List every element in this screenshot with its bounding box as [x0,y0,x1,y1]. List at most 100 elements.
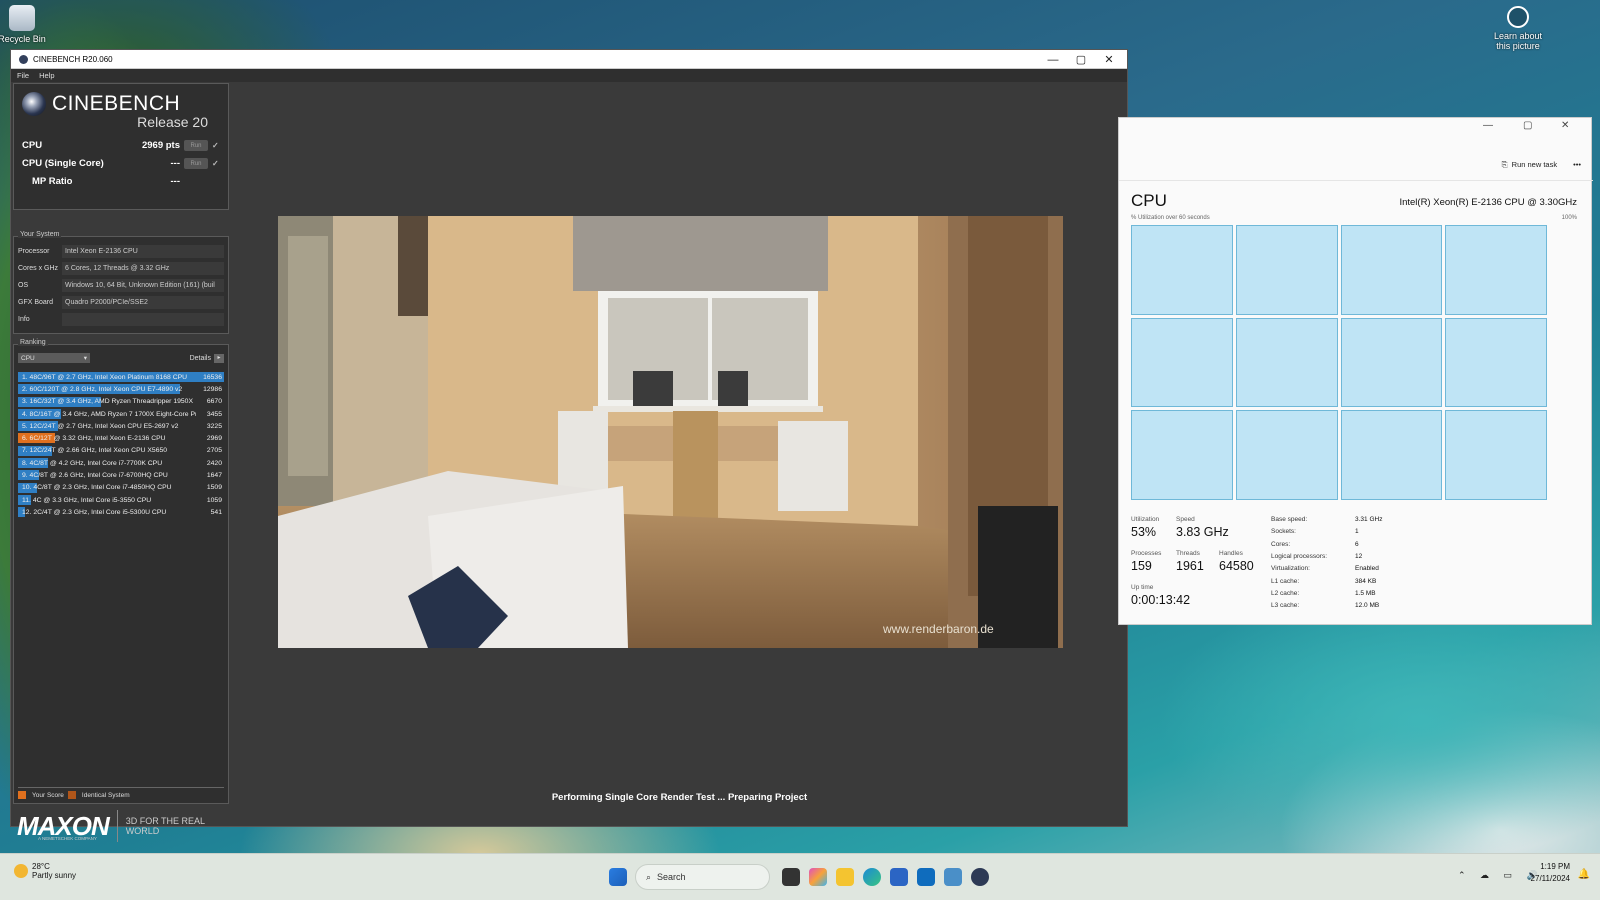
ranking-row[interactable]: 12. 2C/4T @ 2.3 GHz, Intel Core i5-5300U… [18,506,224,518]
legend-identical: Identical System [81,791,130,799]
ranking-row[interactable]: 10. 4C/8T @ 2.3 GHz, Intel Core i7-4850H… [18,482,224,494]
ranking-row[interactable]: 6. 6C/12T @ 3.32 GHz, Intel Xeon E-2136 … [18,432,224,444]
speed-stat: Speed 3.83 GHz [1176,516,1229,539]
minimize-button[interactable]: — [1039,50,1067,69]
recycle-bin-label: Recycle Bin [0,34,46,44]
ranking-row[interactable]: 5. 12C/24T @ 2.7 GHz, Intel Xeon CPU E5-… [18,420,224,432]
copilot-icon[interactable] [809,868,827,886]
ranking-row[interactable]: 2. 60C/120T @ 2.8 GHz, Intel Xeon CPU E7… [18,383,224,395]
processes-stat: Processes 159 [1131,550,1161,573]
cpu-core-graph [1131,225,1233,315]
edge-icon[interactable] [863,868,881,886]
cpu-core-graph [1235,225,1338,315]
stat-label: Processes [1131,550,1162,557]
score-row-cpu: CPU 2969 pts Run ✓ [22,137,220,154]
ranking-label: 12. 2C/4T @ 2.3 GHz, Intel Core i5-5300U… [22,508,167,516]
ranking-score: 1647 [206,472,222,480]
recycle-bin-icon[interactable]: Recycle Bin [0,5,52,44]
more-options-button[interactable]: ••• [1573,160,1581,169]
ranking-score: 2420 [206,459,222,467]
learn-picture-icon[interactable]: Learn about this picture [1488,6,1548,51]
status-text: Performing Single Core Render Test ... P… [551,792,808,803]
date-text: 27/11/2024 [1530,874,1570,883]
system-key: Info [18,316,30,323]
detail-key: L3 cache: [1271,602,1300,610]
task-manager-icon[interactable] [944,868,962,886]
clock[interactable]: 1:19 PM 27/11/2024 [1531,861,1570,885]
cpu-detail-row: Cores: 6 [1271,541,1359,548]
ranking-row[interactable]: 3. 16C/32T @ 3.4 GHz, AMD Ryzen Threadri… [18,396,224,408]
ranking-score: 16536 [203,373,222,381]
stat-label: Handles [1219,550,1243,557]
store-icon[interactable] [890,868,908,886]
ranking-row[interactable]: 9. 4C/8T @ 2.6 GHz, Intel Core i7-6700HQ… [18,469,224,481]
file-explorer-icon[interactable] [836,868,854,886]
notification-bell-icon[interactable]: 🔔 [1578,869,1590,880]
system-key: Processor [18,248,50,255]
details-toggle[interactable]: Details ▸ [190,353,224,363]
cpu-detail-row: Virtualization: Enabled [1271,565,1379,572]
chevron-down-icon: ▾ [83,355,87,362]
stat-label: Speed [1176,516,1195,523]
detail-value: 6 [1355,540,1359,548]
score-label: CPU [22,140,43,151]
run-cpu-button[interactable]: Run [184,140,208,151]
menu-file[interactable]: File [17,71,29,80]
brand-text: CINEBENCH [52,92,181,115]
tm-maximize-button[interactable]: ▢ [1523,120,1532,131]
system-box: Your System Processor Intel Xeon E-2136 C… [13,231,229,334]
stat-value: 159 [1131,559,1152,573]
check-icon[interactable]: ✓ [212,141,220,150]
ranking-label: 1. 48C/96T @ 2.7 GHz, Intel Xeon Platinu… [22,373,188,381]
run-new-task-label: Run new task [1511,160,1558,169]
uptime-stat: Up time 0:00:13:42 [1131,584,1190,607]
cinebench-titlebar[interactable]: CINEBENCH R20.060 — ▢ ✕ [11,50,1127,69]
cinebench-taskbar-icon[interactable] [971,868,989,886]
ranking-legend: Your Score Identical System [18,791,130,799]
score-label: MP Ratio [32,176,73,187]
cpu-core-graph [1445,225,1547,315]
info-field[interactable] [62,313,224,326]
detail-key: Virtualization: [1271,565,1310,573]
system-row: Cores x GHz 6 Cores, 12 Threads @ 3.32 GH… [18,260,224,277]
ranking-row[interactable]: 1. 48C/96T @ 2.7 GHz, Intel Xeon Platinu… [18,371,224,383]
start-icon[interactable] [609,868,627,886]
tm-close-button[interactable]: ✕ [1561,120,1569,131]
cpu-core-graph [1235,317,1338,408]
run-new-task-button[interactable]: ⎘ Run new task [1502,160,1557,170]
ranking-row[interactable]: 8. 4C/8T @ 4.2 GHz, Intel Core i7-7700K … [18,457,224,469]
maxon-logo: MAXON A NEMETSCHEK COMPANY 3D FOR THE RE… [17,806,231,846]
tm-minimize-button[interactable]: — [1483,120,1493,131]
taskbar-search[interactable]: ⌕ Search [635,864,770,890]
weather-icon [14,864,28,878]
window-title: CINEBENCH R20.060 [33,54,113,64]
close-button[interactable]: ✕ [1095,50,1123,69]
weather-widget[interactable]: 28°C Partly sunny [14,862,76,880]
ranking-label: 9. 4C/8T @ 2.6 GHz, Intel Core i7-6700HQ… [22,472,168,480]
ranking-row[interactable]: 7. 12C/24T @ 2.66 GHz, Intel Xeon CPU X5… [18,445,224,457]
detail-value: 1 [1355,528,1359,536]
task-view-icon[interactable] [782,868,800,886]
ranking-select-value: CPU [21,354,35,362]
maximize-button[interactable]: ▢ [1067,50,1095,69]
detail-key: L2 cache: [1271,589,1300,597]
ranking-row[interactable]: 11. 4C @ 3.3 GHz, Intel Core i5-3550 CPU… [18,494,224,506]
menu-help[interactable]: Help [39,71,54,80]
task-manager-window: — ▢ ✕ ⎘ Run new task ••• CPU Intel(R) Xeo… [1118,117,1593,625]
run-single-button[interactable]: Run [184,158,208,169]
detail-key: Base speed: [1271,516,1308,523]
ranking-score: 2705 [206,447,222,455]
outlook-icon[interactable] [917,868,935,886]
cpu-core-graph [1340,225,1443,315]
detail-key: Sockets: [1271,528,1296,536]
left-panel: CINEBENCH Release 20 CPU 2969 pts Run ✓ … [13,83,229,842]
detail-value: 384 KB [1355,577,1377,585]
check-icon[interactable]: ✓ [212,159,220,168]
ranking-score: 12986 [203,385,222,393]
cpu-core-graph [1131,317,1233,408]
details-arrow-icon: ▸ [214,353,224,363]
ranking-label: 10. 4C/8T @ 2.3 GHz, Intel Core i7-4850H… [22,484,172,492]
ranking-row[interactable]: 4. 8C/16T @ 3.4 GHz, AMD Ryzen 7 1700X E… [18,408,224,420]
ranking-select[interactable]: CPU ▾ [18,353,90,363]
cinebench-logo: CINEBENCH [22,92,220,116]
